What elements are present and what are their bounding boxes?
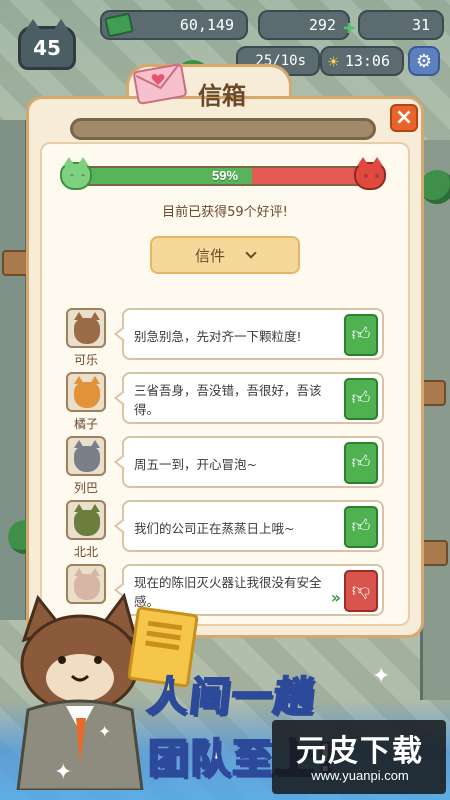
thumbs-down-button[interactable]: 👎︎ bbox=[344, 570, 378, 612]
hearts-counter[interactable]: 292 ✚ bbox=[258, 10, 355, 40]
cash-icon bbox=[104, 12, 134, 38]
letter-item: 可乐 别急别急，先对齐一下颗粒度! 👍︎ bbox=[64, 308, 384, 367]
close-icon: × bbox=[394, 105, 414, 130]
thumbs-up-button[interactable]: 👍︎ bbox=[344, 506, 378, 548]
sun-icon: ☀ bbox=[328, 52, 339, 73]
thumbs-up-icon: 👍︎ bbox=[351, 388, 371, 409]
angry-cat-icon: ᵒᵒ bbox=[354, 157, 386, 190]
gems-counter[interactable]: 31 bbox=[358, 10, 444, 40]
letter-text: 三省吾身，吾没错，吾很好，吾该得。 bbox=[134, 383, 322, 417]
thumbs-up-button[interactable]: 👍︎ bbox=[344, 378, 378, 420]
money-value: 60,149 bbox=[179, 16, 234, 34]
cat-avatar bbox=[66, 500, 106, 540]
dialog-title: 信箱 bbox=[198, 82, 246, 110]
envelope-icon bbox=[133, 63, 187, 105]
chevron-down-icon bbox=[245, 246, 257, 259]
cat-avatar-face bbox=[74, 440, 100, 472]
close-button[interactable]: × bbox=[390, 104, 418, 132]
cat-avatar-face bbox=[74, 312, 100, 344]
cat-avatar-face bbox=[74, 504, 100, 536]
thumbs-up-button[interactable]: 👍︎ bbox=[344, 442, 378, 484]
rating-percent-label: 59% bbox=[211, 168, 239, 183]
letter-bubble: 我们的公司正在蒸蒸日上哦~ 👍︎ bbox=[114, 500, 384, 552]
letter-text: 我们的公司正在蒸蒸日上哦~ bbox=[134, 520, 295, 536]
letter-bubble: 现在的陈旧灭火器让我很没有安全感。 ›› 👎︎ bbox=[114, 564, 384, 616]
plus-icon[interactable]: ✚ bbox=[340, 16, 358, 36]
letter-bubble: 周五一到，开心冒泡~ 👍︎ bbox=[114, 436, 384, 488]
gear-icon: ⚙ bbox=[415, 50, 433, 72]
watermark-url: www.yuanpi.com bbox=[311, 768, 409, 783]
hearts-value: 292 bbox=[308, 16, 336, 34]
sender-name: 橘子 bbox=[73, 417, 98, 431]
sparkle-icon: ✦ bbox=[54, 760, 73, 785]
happy-cat-icon: ᵔᵔ bbox=[60, 157, 92, 190]
promo-headline-1: 人间一趟 bbox=[144, 673, 319, 721]
money-counter[interactable]: 60,149 bbox=[100, 10, 248, 40]
mascot-cat-illustration bbox=[16, 592, 144, 790]
cat-avatar bbox=[66, 308, 106, 348]
letter-item: 橘子 三省吾身，吾没错，吾很好，吾该得。 👍︎ bbox=[64, 372, 384, 431]
letter-text: 周五一到，开心冒泡~ bbox=[134, 456, 257, 472]
letter-text: 别急别急，先对齐一下颗粒度! bbox=[134, 328, 302, 344]
letter-bubble: 别急别急，先对齐一下颗粒度! 👍︎ bbox=[114, 308, 384, 360]
clock-pill: ☀ 13:06 bbox=[320, 46, 404, 76]
sender-name: 北北 bbox=[73, 545, 98, 559]
sparkle-icon: ✦ bbox=[98, 722, 112, 741]
level-value: 45 bbox=[33, 36, 61, 60]
sparkle-icon: ✦ bbox=[372, 664, 391, 689]
letter-bubble: 三省吾身，吾没错，吾很好，吾该得。 👍︎ bbox=[114, 372, 384, 424]
double-chevron-right-icon[interactable]: ›› bbox=[331, 588, 341, 607]
settings-button[interactable]: ⚙ bbox=[408, 46, 440, 76]
thumbs-up-icon: 👍︎ bbox=[351, 324, 371, 345]
filter-label: 信件 bbox=[194, 246, 225, 265]
plant-decoration bbox=[420, 170, 450, 204]
cat-avatar bbox=[66, 436, 106, 476]
thumbs-up-icon: 👍︎ bbox=[351, 516, 371, 537]
cat-avatar-face bbox=[74, 376, 100, 408]
letter-item: 北北 我们的公司正在蒸蒸日上哦~ 👍︎ bbox=[64, 500, 384, 559]
level-badge[interactable]: 45 bbox=[18, 19, 76, 70]
thumbs-down-icon: 👎︎ bbox=[351, 580, 371, 601]
thumbs-up-icon: 👍︎ bbox=[351, 452, 371, 473]
sender-name: 列巴 bbox=[73, 481, 98, 495]
letter-item: 列巴 周五一到，开心冒泡~ 👍︎ bbox=[64, 436, 384, 495]
letter-text: 现在的陈旧灭火器让我很没有安全感。 bbox=[134, 575, 322, 609]
thumbs-up-button[interactable]: 👍︎ bbox=[344, 314, 378, 356]
header-decor-bar bbox=[70, 118, 376, 140]
watermark-title: 元皮下载 bbox=[296, 734, 424, 769]
praise-summary: 目前已获得59个好评! bbox=[162, 205, 288, 220]
letter-filter-dropdown[interactable]: 信件 bbox=[150, 236, 300, 274]
right-wall bbox=[420, 140, 450, 700]
gems-value: 31 bbox=[411, 16, 430, 34]
sender-name: 可乐 bbox=[73, 353, 98, 367]
clock-value: 13:06 bbox=[344, 52, 390, 70]
cat-avatar bbox=[66, 372, 106, 412]
